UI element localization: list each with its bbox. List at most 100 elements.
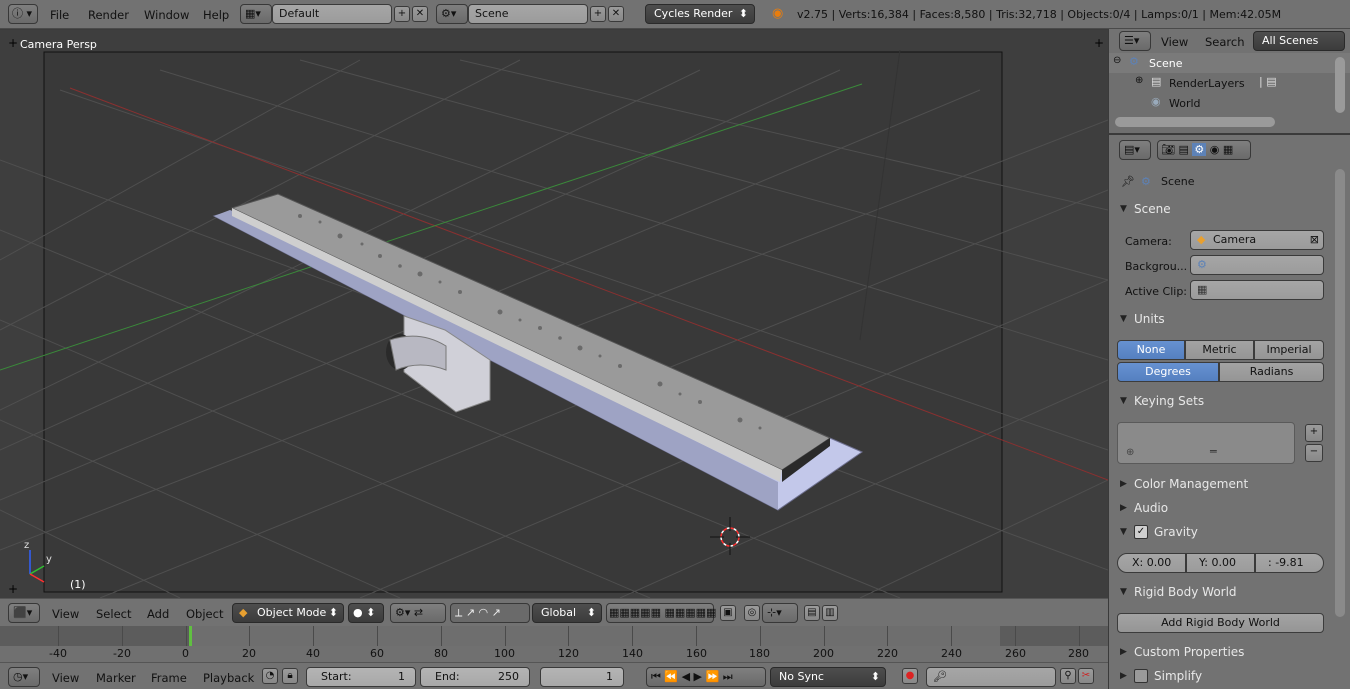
color-management-panel-header[interactable]: ▶ Color Management xyxy=(1116,473,1326,495)
scene-panel-header[interactable]: ▼ Scene xyxy=(1116,198,1326,220)
camera-value: Camera xyxy=(1213,233,1257,246)
gravity-y-field[interactable]: Y: 0.00 xyxy=(1186,553,1255,573)
screen-layout-browse[interactable]: ▦▾ xyxy=(240,4,272,24)
menu-file[interactable]: File xyxy=(50,8,69,22)
menu-help[interactable]: Help xyxy=(203,8,229,22)
add-scene-icon[interactable]: + xyxy=(590,6,606,22)
preview-range-icon[interactable]: ◔ xyxy=(262,668,278,684)
record-icon[interactable]: ● xyxy=(902,668,918,684)
keying-sets-panel-header[interactable]: ▼ Keying Sets xyxy=(1116,390,1326,412)
outliner-filter-select[interactable]: All Scenes xyxy=(1253,31,1345,51)
pivot-snap-buttons[interactable]: ⚙▾ ⇄ xyxy=(390,603,446,623)
outliner-editor-type[interactable]: ☰▾ xyxy=(1119,31,1151,51)
close-scene-icon[interactable]: ✕ xyxy=(608,6,624,22)
start-frame-field[interactable]: Start: 1 xyxy=(306,667,416,687)
remove-keying-set-icon[interactable]: − xyxy=(1305,444,1323,462)
timeline-editor-type[interactable]: ◷▾ xyxy=(8,667,40,687)
snap-element-select[interactable]: ⊹▾ xyxy=(762,603,798,623)
current-frame-marker[interactable] xyxy=(189,626,192,646)
timeline-out-range-left xyxy=(0,626,190,646)
vp-menu-view[interactable]: View xyxy=(52,607,79,621)
renderlayer-toggle-icon[interactable]: | ▤ xyxy=(1259,75,1277,88)
properties-context-tabs[interactable]: 📷︎ ▤ ⚙ ◉ ▦ xyxy=(1157,140,1251,160)
vp-menu-object[interactable]: Object xyxy=(186,607,223,621)
outliner-vscrollbar[interactable] xyxy=(1335,57,1345,113)
render-image-icon[interactable]: ▤ xyxy=(804,605,820,621)
active-clip-field[interactable]: ▦ xyxy=(1190,280,1324,300)
tl-menu-view[interactable]: View xyxy=(52,671,79,685)
current-frame-field[interactable]: 1 xyxy=(540,667,624,687)
tl-menu-frame[interactable]: Frame xyxy=(151,671,187,685)
gravity-x-field[interactable]: X: 0.00 xyxy=(1117,553,1186,573)
outliner-menu-search[interactable]: Search xyxy=(1205,35,1245,49)
expand-icon[interactable]: ⊕ xyxy=(1135,75,1143,86)
background-field[interactable]: ⚙ xyxy=(1190,255,1324,275)
outliner-row-scene[interactable]: ⊖ ⚙ Scene xyxy=(1109,53,1350,73)
audio-panel-header[interactable]: ▶ Audio xyxy=(1116,497,1326,519)
context-path: Scene xyxy=(1161,175,1195,188)
manipulator-buttons[interactable]: ⟂ ↗ ◠ ↗ xyxy=(450,603,530,623)
add-layout-icon[interactable]: + xyxy=(394,6,410,22)
end-frame-field[interactable]: End: 250 xyxy=(420,667,530,687)
lock-icon[interactable]: 🔒︎ xyxy=(282,668,298,684)
simplify-panel-header[interactable]: ▶ Simplify xyxy=(1116,665,1326,687)
rigid-body-panel-header[interactable]: ▼ Rigid Body World xyxy=(1116,581,1326,603)
units-none-button[interactable]: None xyxy=(1117,340,1185,360)
menu-window[interactable]: Window xyxy=(144,8,189,22)
insert-keyframe-icon[interactable]: ⚲ xyxy=(1060,668,1076,684)
gravity-z-field[interactable]: : -9.81 xyxy=(1255,553,1324,573)
screen-layout-field[interactable]: Default xyxy=(272,4,392,24)
custom-properties-panel-header[interactable]: ▶ Custom Properties xyxy=(1116,641,1326,663)
layers-grid-icon: ▦▦▦▦▦ ▦▦▦▦▦ xyxy=(609,606,717,619)
properties-vscrollbar[interactable] xyxy=(1335,169,1345,617)
outliner-menu-view[interactable]: View xyxy=(1161,35,1188,49)
outliner-row-renderlayers[interactable]: ⊕ ▤ RenderLayers | ▤ xyxy=(1109,73,1350,93)
expand-triangle-icon: ▶ xyxy=(1120,479,1127,489)
3d-viewport[interactable]: + + + Camera Persp y z (1) xyxy=(0,30,1108,598)
background-label: Backgrou... xyxy=(1125,260,1188,273)
tl-menu-playback[interactable]: Playback xyxy=(203,671,254,685)
units-metric-button[interactable]: Metric xyxy=(1185,340,1254,360)
layer-buttons[interactable]: ▦▦▦▦▦ ▦▦▦▦▦ xyxy=(606,603,717,623)
vp-menu-select[interactable]: Select xyxy=(96,607,131,621)
outliner-row-world[interactable]: ◉ World xyxy=(1109,93,1350,113)
scene-field[interactable]: Scene xyxy=(468,4,588,24)
mode-select[interactable]: ◆ Object Mode ⬍ xyxy=(232,603,344,623)
playback-controls[interactable]: ⏮ ⏪ ◀ ▶ ⏩ ⏭ xyxy=(646,667,766,687)
gravity-panel-header[interactable]: ▼ ✓ Gravity xyxy=(1116,521,1326,543)
lock-layer-icon[interactable]: ▣ xyxy=(720,605,736,621)
radians-button[interactable]: Radians xyxy=(1219,362,1324,382)
clear-camera-icon[interactable]: ⊠ xyxy=(1310,231,1319,249)
units-imperial-button[interactable]: Imperial xyxy=(1254,340,1324,360)
keying-sets-list[interactable]: ⊕ ═ xyxy=(1117,422,1295,464)
units-panel-header[interactable]: ▼ Units xyxy=(1116,308,1326,330)
shading-select[interactable]: ● ⬍ xyxy=(348,603,384,623)
add-keying-set-icon[interactable]: + xyxy=(1305,424,1323,442)
list-filter-icon[interactable]: ⊕ xyxy=(1126,447,1134,458)
collapse-icon[interactable]: ⊖ xyxy=(1113,55,1121,66)
outliner-hscrollbar[interactable] xyxy=(1115,117,1275,127)
pin-icon[interactable]: 📌︎ xyxy=(1121,175,1135,188)
list-resize-handle[interactable]: ═ xyxy=(1210,445,1217,458)
scene-browse[interactable]: ⚙▾ xyxy=(436,4,468,24)
add-rigid-body-world-button[interactable]: Add Rigid Body World xyxy=(1117,613,1324,633)
simplify-checkbox[interactable] xyxy=(1134,669,1148,683)
sync-select[interactable]: No Sync ⬍ xyxy=(770,667,886,687)
delete-keyframe-icon[interactable]: ✂ xyxy=(1078,668,1094,684)
close-layout-icon[interactable]: ✕ xyxy=(412,6,428,22)
dropdown-arrow-icon: ⬍ xyxy=(870,670,880,683)
proportional-edit-icon[interactable]: ◎ xyxy=(744,605,760,621)
orientation-select[interactable]: Global ⬍ xyxy=(532,603,602,623)
viewport-editor-type[interactable]: ⬛▾ xyxy=(8,603,40,623)
tl-menu-marker[interactable]: Marker xyxy=(96,671,136,685)
properties-editor-type[interactable]: ▤▾ xyxy=(1119,140,1151,160)
degrees-button[interactable]: Degrees xyxy=(1117,362,1219,382)
render-animation-icon[interactable]: ▥ xyxy=(822,605,838,621)
editor-type-button[interactable]: ⓘ ▾ xyxy=(8,4,38,24)
keying-set-field[interactable]: 🔑︎ xyxy=(926,667,1056,687)
gravity-checkbox[interactable]: ✓ xyxy=(1134,525,1148,539)
menu-render[interactable]: Render xyxy=(88,8,129,22)
vp-menu-add[interactable]: Add xyxy=(147,607,169,621)
render-engine-select[interactable]: Cycles Render ⬍ xyxy=(645,4,755,24)
camera-field[interactable]: ◆ Camera ⊠ xyxy=(1190,230,1324,250)
